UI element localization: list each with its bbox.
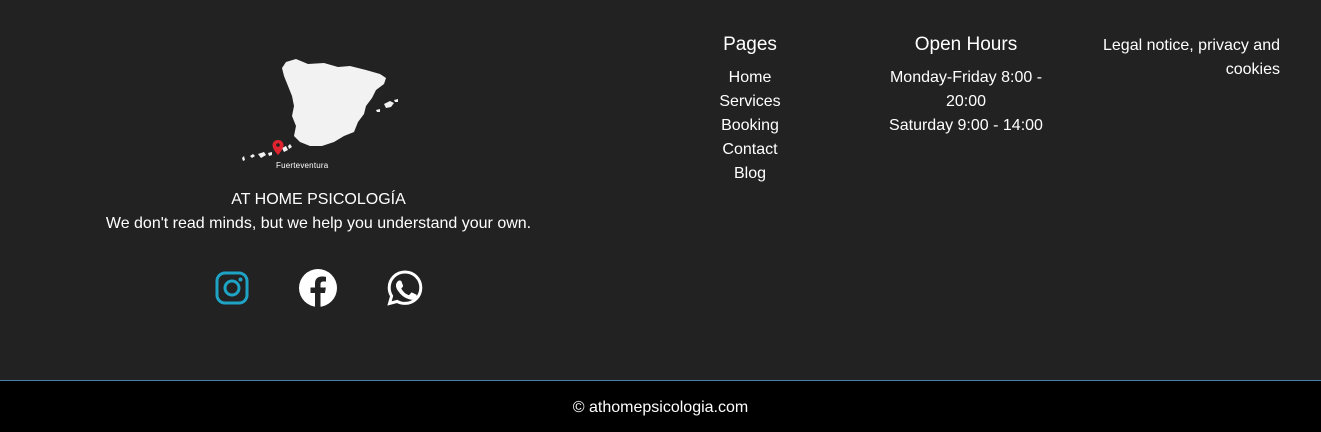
list-item: Booking [690,114,810,138]
hours-weekday: Monday-Friday 8:00 - 20:00 [889,69,1043,110]
canary-shape-6 [288,144,292,149]
hours-text: Monday-Friday 8:00 - 20:00 Saturday 9:00… [876,66,1056,138]
nav-link-home[interactable]: Home [729,69,772,86]
map-caption: Fuerteventura [276,161,329,170]
whatsapp-icon [387,270,423,306]
list-item: Home [690,66,810,90]
list-item: Blog [690,162,810,186]
footer-bottom-bar: © athomepsicologia.com [0,380,1321,432]
brand-tagline: We don't read minds, but we help you und… [105,215,532,232]
instagram-icon [215,271,249,305]
nav-link-contact[interactable]: Contact [722,141,777,158]
whatsapp-link[interactable] [385,268,425,308]
balearic-shape-2 [394,99,398,102]
facebook-link[interactable] [298,268,338,308]
facebook-icon [299,269,337,307]
copyright-text: © athomepsicologia.com [572,399,749,416]
nav-link-booking[interactable]: Booking [721,117,779,134]
pages-list: Home Services Booking Contact Blog [690,66,810,186]
spain-map-logo [242,59,398,161]
canary-shape-4 [268,152,272,156]
hours-heading: Open Hours [914,34,1018,55]
nav-link-services[interactable]: Services [719,93,780,110]
map-pin-icon [272,140,284,155]
legal-notice-link[interactable]: Legal notice, privacy and cookies [1103,37,1280,78]
hours-saturday: Saturday 9:00 - 14:00 [889,117,1043,134]
pages-heading: Pages [723,34,777,55]
balearic-shape-3 [376,109,380,112]
footer-legal-column: Legal notice, privacy and cookies [1090,34,1280,82]
instagram-link[interactable] [212,268,252,308]
brand-name: AT HOME PSICOLOGÍA [231,191,406,208]
canary-shape-2 [250,154,255,158]
footer-brand-column: Fuerteventura AT HOME PSICOLOGÍA We don'… [0,0,637,380]
list-item: Contact [690,138,810,162]
canary-shape-3 [258,152,266,158]
peninsula-shape [282,59,386,146]
balearic-shape [384,101,394,108]
list-item: Services [690,90,810,114]
canary-shape-1 [242,156,245,161]
site-footer: Fuerteventura AT HOME PSICOLOGÍA We don'… [0,0,1321,380]
nav-link-blog[interactable]: Blog [734,165,766,182]
